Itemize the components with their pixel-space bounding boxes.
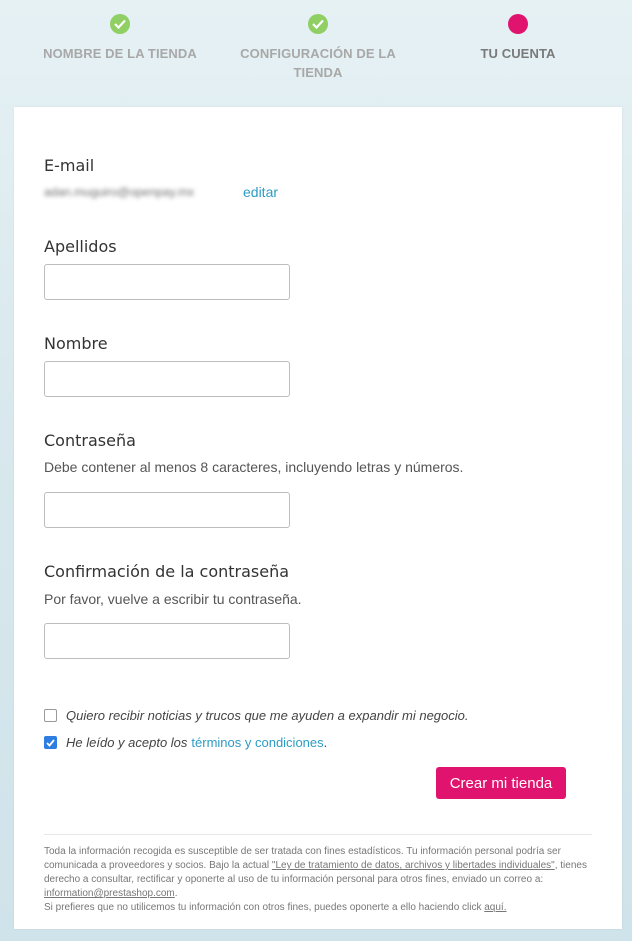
footer-text-3: . <box>174 888 178 899</box>
check-icon <box>308 14 328 34</box>
terms-text: He leído y acepto los <box>66 735 188 750</box>
step-your-account: TU CUENTA <box>448 14 588 63</box>
newsletter-text: Quiero recibir noticias y trucos que me … <box>66 708 469 723</box>
step-store-name: NOMBRE DE LA TIENDA <box>40 14 200 63</box>
divider <box>44 834 592 835</box>
terms-row: He leído y acepto los términos y condici… <box>44 735 327 750</box>
terms-suffix: . <box>323 735 328 750</box>
first-name-input[interactable] <box>44 361 290 397</box>
account-form-card: E-mail adan.muguiro@openpay.mx editar Ap… <box>14 107 622 929</box>
password-help: Debe contener al menos 8 caracteres, inc… <box>44 459 464 475</box>
law-link[interactable]: "Ley de tratamiento de datos, archivos y… <box>272 860 555 871</box>
terms-checkbox[interactable] <box>44 736 57 749</box>
newsletter-row: Quiero recibir noticias y trucos que me … <box>44 708 469 723</box>
current-step-dot-icon <box>508 14 528 34</box>
email-label: E-mail <box>44 156 95 175</box>
step-label: TU CUENTA <box>480 46 556 61</box>
here-link[interactable]: aquí. <box>484 902 506 913</box>
step-label: CONFIGURACIÓN DE LA TIENDA <box>240 46 396 80</box>
last-name-label: Apellidos <box>44 237 117 256</box>
password-input[interactable] <box>44 492 290 528</box>
progress-steps: NOMBRE DE LA TIENDA CONFIGURACIÓN DE LA … <box>0 0 632 105</box>
footer-text-4: Si prefieres que no utilicemos tu inform… <box>44 902 485 913</box>
email-value: adan.muguiro@openpay.mx <box>44 185 195 199</box>
edit-email-link[interactable]: editar <box>243 184 278 200</box>
first-name-label: Nombre <box>44 334 108 353</box>
create-store-button[interactable]: Crear mi tienda <box>436 767 566 799</box>
checkmark-icon <box>46 738 55 747</box>
confirm-password-input[interactable] <box>44 623 290 659</box>
newsletter-checkbox[interactable] <box>44 709 57 722</box>
last-name-input[interactable] <box>44 264 290 300</box>
privacy-footer: Toda la información recogida es suscepti… <box>44 845 592 915</box>
terms-link[interactable]: términos y condiciones <box>191 735 323 750</box>
confirm-password-help: Por favor, vuelve a escribir tu contrase… <box>44 591 302 607</box>
step-store-config: CONFIGURACIÓN DE LA TIENDA <box>238 14 398 82</box>
step-label: NOMBRE DE LA TIENDA <box>43 46 197 61</box>
confirm-password-label: Confirmación de la contraseña <box>44 562 290 581</box>
check-icon <box>110 14 130 34</box>
email-link[interactable]: information@prestashop.com <box>44 888 175 899</box>
password-label: Contraseña <box>44 431 136 450</box>
